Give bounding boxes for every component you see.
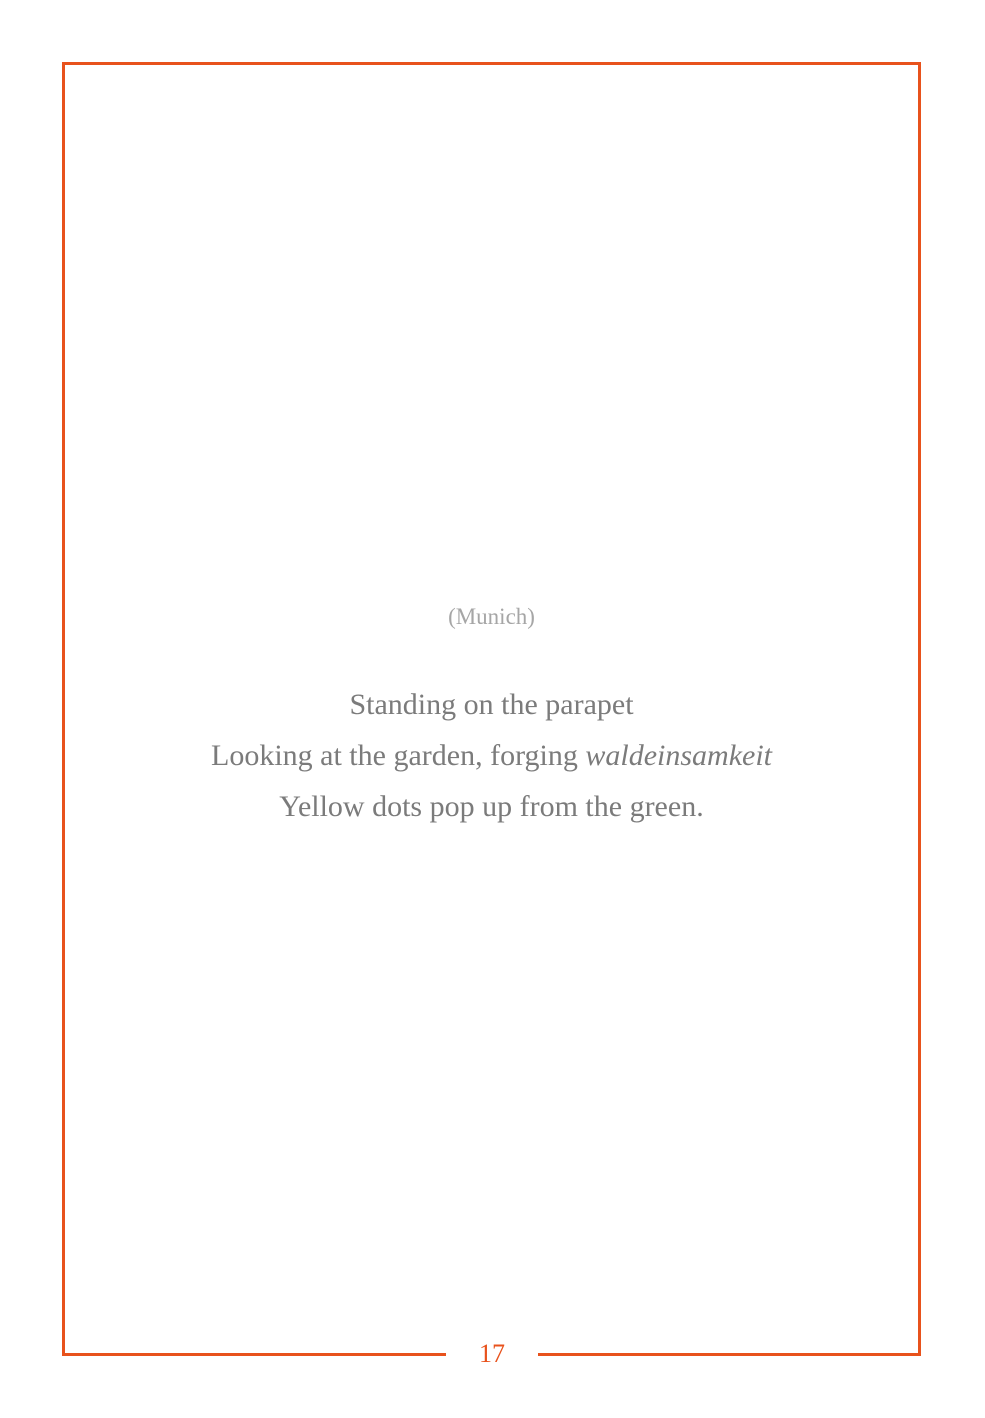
poem-line-3: Yellow dots pop up from the green.: [279, 790, 704, 823]
poem-line-2: Looking at the garden, forging waldeinsa…: [62, 730, 921, 781]
poem-line-2-italic-word: waldeinsamkeit: [585, 739, 772, 772]
poem: (Munich) Standing on the parapet Looking…: [62, 600, 921, 832]
poem-line-2-text: Looking at the garden, forging: [211, 739, 578, 772]
page-number: 17: [479, 1339, 505, 1368]
poem-line-1: Standing on the parapet: [349, 688, 634, 721]
poem-place: (Munich): [448, 604, 535, 629]
